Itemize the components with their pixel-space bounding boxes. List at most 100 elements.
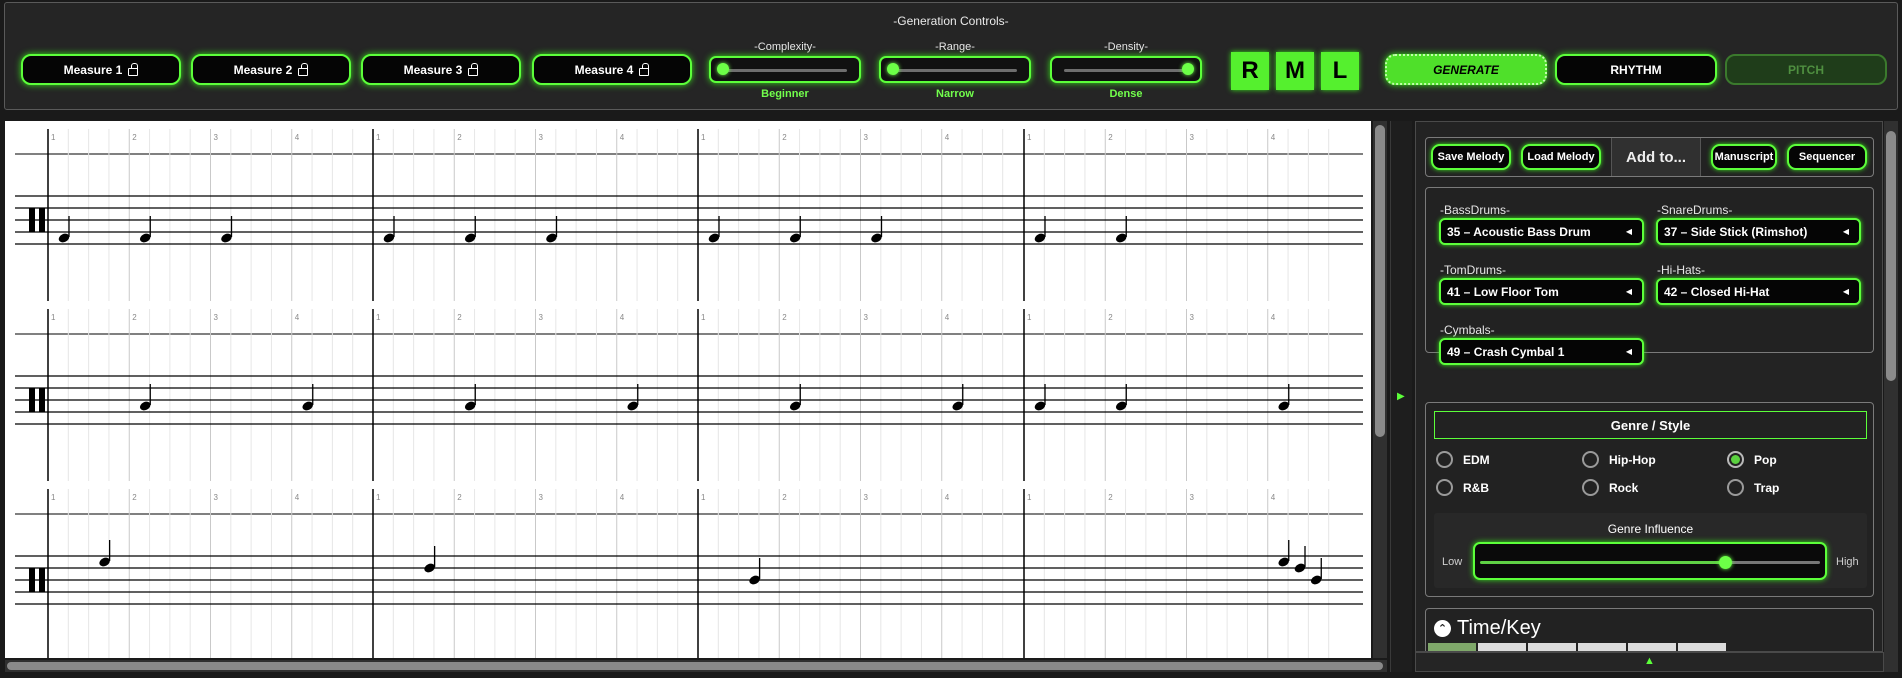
score-canvas[interactable]: 1 2 3 4 1 2 3 4 1 2 3 4 1 2 3 4 1 2 3 4 1 2 3 4 1 2 3 4 1 2 3 4 1 2 3 4 1 2 3 4… xyxy=(5,121,1371,658)
density-slider[interactable] xyxy=(1050,56,1202,83)
measure-2-label: Measure 2 xyxy=(233,62,293,77)
m-button[interactable]: M xyxy=(1276,52,1314,90)
percussion-clef-icon xyxy=(39,568,45,592)
radio-circle[interactable] xyxy=(1582,479,1599,496)
beat-number: 4 xyxy=(945,493,950,502)
radio-circle[interactable] xyxy=(1727,479,1744,496)
tom-drums-select[interactable]: 41 – Low Floor Tom ◀ xyxy=(1439,278,1644,305)
beat-number: 4 xyxy=(295,313,300,322)
beat-number: 1 xyxy=(701,493,706,502)
beat-number: 2 xyxy=(782,133,787,142)
density-thumb[interactable] xyxy=(1182,63,1194,75)
right-panel-footer[interactable]: ▲ xyxy=(1415,652,1884,672)
pitch-button[interactable]: PITCH xyxy=(1725,54,1887,85)
score-vertical-scroll-thumb[interactable] xyxy=(1375,125,1385,437)
genre-radio-hip-hop[interactable]: Hip-Hop xyxy=(1582,451,1656,468)
genre-radio-rnb[interactable]: R&B xyxy=(1436,479,1489,496)
snare-drums-select[interactable]: 37 – Side Stick (Rimshot) ◀ xyxy=(1656,218,1861,245)
score-horizontal-scroll-thumb[interactable] xyxy=(7,662,1383,670)
complexity-slider[interactable] xyxy=(709,56,861,83)
genre-radio-edm[interactable]: EDM xyxy=(1436,451,1490,468)
right-panel-scroll-thumb[interactable] xyxy=(1886,131,1896,381)
radio-circle[interactable] xyxy=(1582,451,1599,468)
genre-option-label: Hip-Hop xyxy=(1609,452,1656,467)
caret-left-icon: ◀ xyxy=(1625,287,1632,296)
sequencer-button[interactable]: Sequencer xyxy=(1787,144,1867,170)
beat-number: 2 xyxy=(1108,493,1113,502)
time-key-cell[interactable] xyxy=(1428,643,1476,651)
save-melody-button[interactable]: Save Melody xyxy=(1431,144,1511,170)
time-key-cell[interactable] xyxy=(1678,643,1726,651)
right-panel: Save Melody Load Melody Add to... Manusc… xyxy=(1415,121,1883,652)
time-key-cell[interactable] xyxy=(1478,643,1526,651)
radio-circle[interactable] xyxy=(1436,451,1453,468)
beat-number: 3 xyxy=(214,313,219,322)
cymbals-label: -Cymbals- xyxy=(1440,323,1495,337)
expand-arrow-icon[interactable]: ▶ xyxy=(1397,391,1405,402)
time-key-title: Time/Key xyxy=(1457,617,1541,639)
beat-number: 2 xyxy=(1108,133,1113,142)
beat-number: 1 xyxy=(701,133,706,142)
panel-collapse-strip[interactable]: ▶ xyxy=(1390,121,1412,672)
time-key-cell[interactable] xyxy=(1528,643,1576,651)
beat-number: 4 xyxy=(945,313,950,322)
unlock-icon[interactable] xyxy=(639,62,650,76)
complexity-label: -Complexity- xyxy=(754,41,816,53)
genre-radio-pop[interactable]: Pop xyxy=(1727,451,1777,468)
beat-number: 1 xyxy=(1027,133,1032,142)
unlock-icon[interactable] xyxy=(298,62,309,76)
l-button[interactable]: L xyxy=(1321,52,1359,90)
percussion-clef-icon xyxy=(29,388,35,412)
complexity-thumb[interactable] xyxy=(717,63,729,75)
range-slider[interactable] xyxy=(879,56,1031,83)
beat-number: 3 xyxy=(1190,133,1195,142)
range-label: -Range- xyxy=(935,41,975,53)
manuscript-button[interactable]: Manuscript xyxy=(1711,144,1777,170)
snare-drums-label: -SnareDrums- xyxy=(1657,203,1733,217)
range-thumb[interactable] xyxy=(887,63,899,75)
rhythm-button[interactable]: RHYTHM xyxy=(1555,54,1717,85)
time-key-cell[interactable] xyxy=(1628,643,1676,651)
measure-4-button[interactable]: Measure 4 xyxy=(532,54,692,85)
unlock-icon[interactable] xyxy=(468,62,479,76)
genre-option-label: EDM xyxy=(1463,452,1490,467)
beat-number: 1 xyxy=(376,493,381,502)
genre-radio-trap[interactable]: Trap xyxy=(1727,479,1779,496)
chevron-up-icon[interactable]: ⌃ xyxy=(1434,620,1451,637)
bass-drums-select[interactable]: 35 – Acoustic Bass Drum ◀ xyxy=(1439,218,1644,245)
time-key-header[interactable]: ⌃ Time/Key xyxy=(1434,617,1541,640)
right-panel-scrollbar[interactable] xyxy=(1884,121,1898,672)
genre-radio-rock[interactable]: Rock xyxy=(1582,479,1638,496)
density-label: -Density- xyxy=(1103,41,1148,53)
genre-influence-slider[interactable] xyxy=(1473,542,1827,580)
unlock-icon[interactable] xyxy=(128,62,139,76)
collapse-up-arrow-icon[interactable]: ▲ xyxy=(1416,655,1883,667)
radio-circle[interactable] xyxy=(1436,479,1453,496)
beat-number: 3 xyxy=(539,313,544,322)
generate-button[interactable]: GENERATE xyxy=(1385,54,1547,85)
measure-3-button[interactable]: Measure 3 xyxy=(361,54,521,85)
melody-toolbar: Save Melody Load Melody Add to... Manusc… xyxy=(1425,137,1874,177)
beat-number: 4 xyxy=(1271,493,1276,502)
influence-thumb[interactable] xyxy=(1718,556,1732,569)
beat-number: 3 xyxy=(864,313,869,322)
time-key-cell[interactable] xyxy=(1578,643,1626,651)
score-horizontal-scrollbar[interactable] xyxy=(5,660,1387,672)
drum-score[interactable]: 1 2 3 4 1 2 3 4 1 2 3 4 1 2 3 4 1 2 3 4 1 2 3 4 1 2 3 4 1 2 3 4 1 2 3 4 1 2 3 4… xyxy=(5,121,1371,658)
beat-number: 4 xyxy=(1271,313,1276,322)
influence-track xyxy=(1480,561,1725,564)
percussion-clef-icon xyxy=(39,388,45,412)
tom-drums-value: 41 – Low Floor Tom xyxy=(1447,284,1559,299)
load-melody-button[interactable]: Load Melody xyxy=(1521,144,1601,170)
beat-number: 4 xyxy=(620,493,625,502)
r-button[interactable]: R xyxy=(1231,52,1269,90)
cymbals-select[interactable]: 49 – Crash Cymbal 1 ◀ xyxy=(1439,338,1644,365)
snare-drums-value: 37 – Side Stick (Rimshot) xyxy=(1664,224,1808,239)
radio-circle[interactable] xyxy=(1727,451,1744,468)
beat-number: 3 xyxy=(539,493,544,502)
measure-4-label: Measure 4 xyxy=(574,62,634,77)
hi-hats-select[interactable]: 42 – Closed Hi-Hat ◀ xyxy=(1656,278,1861,305)
measure-1-button[interactable]: Measure 1 xyxy=(21,54,181,85)
score-vertical-scrollbar[interactable] xyxy=(1373,121,1387,658)
measure-2-button[interactable]: Measure 2 xyxy=(191,54,351,85)
